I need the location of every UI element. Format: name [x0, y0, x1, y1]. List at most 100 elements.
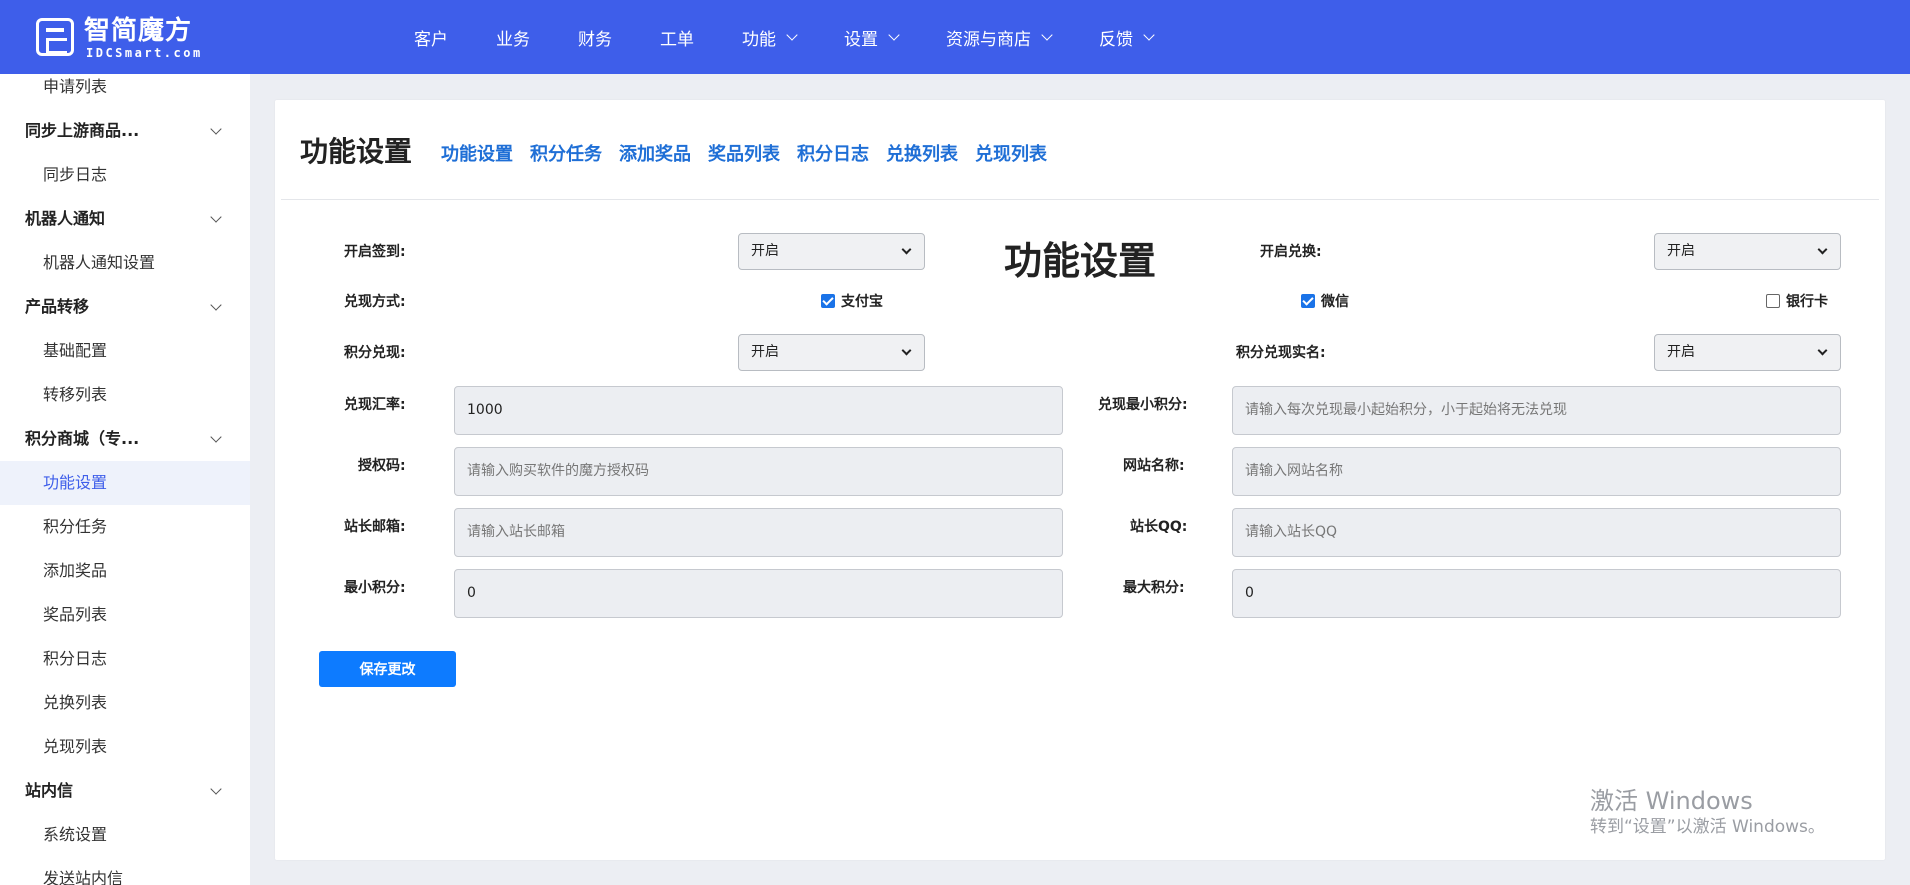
alipay-checkbox[interactable]: 支付宝: [821, 291, 883, 311]
exchange-select[interactable]: 开启: [1654, 233, 1841, 270]
cashout-realname-select[interactable]: 开启: [1654, 334, 1841, 371]
bankcard-checkbox[interactable]: 银行卡: [1766, 291, 1828, 311]
sidebar-item-apply-list[interactable]: 申请列表: [0, 74, 250, 109]
select-value: 开启: [751, 344, 779, 360]
min-points-label: 最小积分:: [344, 580, 406, 596]
sidebar-item-transfer-list[interactable]: 转移列表: [0, 373, 250, 417]
logo-icon: [36, 18, 74, 56]
tab-add-prize[interactable]: 添加奖品: [619, 140, 691, 166]
save-button[interactable]: 保存更改: [319, 651, 456, 687]
max-points-label: 最大积分:: [1123, 580, 1185, 596]
signin-select[interactable]: 开启: [738, 233, 925, 270]
site-name-input[interactable]: 请输入网站名称: [1232, 447, 1841, 496]
chevron-down-icon: [1143, 28, 1155, 41]
chevron-down-icon: [1817, 244, 1828, 255]
chevron-down-icon: [210, 123, 222, 135]
site-name-label: 网站名称:: [1123, 458, 1185, 474]
max-points-input[interactable]: 0: [1232, 569, 1841, 618]
sidebar-item-label: 机器人通知: [25, 209, 106, 228]
rate-input[interactable]: 1000: [454, 386, 1063, 435]
tab-feature-settings[interactable]: 功能设置: [441, 140, 513, 166]
sidebar-item-send-message[interactable]: 发送站内信: [0, 857, 250, 885]
main-card: 功能设置 功能设置 积分任务 添加奖品 奖品列表 积分日志 兑换列表 兑现列表 …: [275, 100, 1885, 860]
min-cashout-input[interactable]: 请输入每次兑现最小起始积分，小于起始将无法兑现: [1232, 386, 1841, 435]
chevron-down-icon: [901, 244, 912, 255]
activation-watermark: 激活 Windows 转到“设置”以激活 Windows。: [1590, 786, 1825, 838]
nav-label: 反馈: [1099, 29, 1133, 50]
checkbox-label: 支付宝: [841, 294, 883, 310]
nav-item-feedback[interactable]: 反馈: [1075, 25, 1177, 50]
checkbox-unchecked-icon: [1766, 294, 1780, 308]
watermark-line2: 转到“设置”以激活 Windows。: [1590, 817, 1825, 837]
page-title: 功能设置: [300, 135, 413, 168]
cashout-realname-label: 积分兑现实名:: [1236, 345, 1326, 361]
sidebar-group-sync-upstream[interactable]: 同步上游商品...: [0, 109, 250, 153]
sidebar-item-label: 站内信: [25, 781, 74, 800]
sub-tabs: 功能设置 积分任务 添加奖品 奖品列表 积分日志 兑换列表 兑现列表: [441, 140, 1064, 166]
sidebar-item-add-prize[interactable]: 添加奖品: [0, 549, 250, 593]
nav-label: 客户: [414, 29, 448, 50]
sidebar-item-feature-settings[interactable]: 功能设置: [0, 461, 250, 505]
auth-code-input[interactable]: 请输入购买软件的魔方授权码: [454, 447, 1063, 496]
admin-email-input[interactable]: 请输入站长邮箱: [454, 508, 1063, 557]
sidebar-item-label: 奖品列表: [43, 605, 108, 624]
tab-exchange-list[interactable]: 兑换列表: [886, 140, 958, 166]
cashout-method-label: 兑现方式:: [344, 294, 406, 310]
sidebar-item-exchange-list[interactable]: 兑换列表: [0, 681, 250, 725]
sidebar-item-label: 添加奖品: [43, 561, 108, 580]
sidebar-item-points-log[interactable]: 积分日志: [0, 637, 250, 681]
sidebar-item-robot-settings[interactable]: 机器人通知设置: [0, 241, 250, 285]
chevron-down-icon: [1041, 28, 1053, 41]
auth-code-label: 授权码:: [358, 458, 406, 474]
checkbox-checked-icon: [1301, 294, 1315, 308]
wechat-checkbox[interactable]: 微信: [1301, 291, 1349, 311]
nav-label: 资源与商店: [946, 29, 1031, 50]
exchange-label: 开启兑换:: [1260, 244, 1322, 260]
nav-item-settings[interactable]: 设置: [820, 25, 922, 50]
sidebar: 申请列表 同步上游商品... 同步日志 机器人通知 机器人通知设置 产品转移 基…: [0, 74, 250, 885]
nav-label: 业务: [496, 29, 530, 50]
chevron-down-icon: [210, 211, 222, 223]
select-value: 开启: [1667, 344, 1695, 360]
tab-cashout-list[interactable]: 兑现列表: [975, 140, 1047, 166]
sidebar-group-messages[interactable]: 站内信: [0, 769, 250, 813]
min-points-input[interactable]: 0: [454, 569, 1063, 618]
points-cashout-label: 积分兑现:: [344, 345, 406, 361]
chevron-down-icon: [210, 299, 222, 311]
admin-qq-label: 站长QQ:: [1130, 519, 1188, 535]
tab-points-tasks[interactable]: 积分任务: [530, 140, 602, 166]
form-heading: 功能设置: [1003, 239, 1156, 283]
nav-item-resources-store[interactable]: 资源与商店: [922, 25, 1075, 50]
checkbox-label: 微信: [1321, 294, 1349, 310]
nav-item-business[interactable]: 业务: [472, 25, 554, 50]
sidebar-item-label: 功能设置: [43, 473, 108, 492]
checkbox-label: 银行卡: [1786, 294, 1828, 310]
sidebar-item-label: 同步上游商品...: [25, 121, 140, 140]
nav-item-tickets[interactable]: 工单: [636, 25, 718, 50]
sidebar-item-prize-list[interactable]: 奖品列表: [0, 593, 250, 637]
tab-points-log[interactable]: 积分日志: [797, 140, 869, 166]
sidebar-group-points-mall[interactable]: 积分商城（专...: [0, 417, 250, 461]
admin-qq-input[interactable]: 请输入站长QQ: [1232, 508, 1841, 557]
sidebar-item-label: 产品转移: [25, 297, 90, 316]
sidebar-item-cashout-list[interactable]: 兑现列表: [0, 725, 250, 769]
brand-subtitle: IDCSmart.com: [86, 46, 203, 60]
sidebar-group-product-transfer[interactable]: 产品转移: [0, 285, 250, 329]
nav-item-customers[interactable]: 客户: [390, 25, 472, 50]
chevron-down-icon: [888, 28, 900, 41]
brand-logo[interactable]: 智简魔方 IDCSmart.com: [36, 16, 256, 60]
nav-item-features[interactable]: 功能: [718, 25, 820, 50]
select-value: 开启: [751, 243, 779, 259]
sidebar-item-label: 积分日志: [43, 649, 108, 668]
sidebar-item-system-settings[interactable]: 系统设置: [0, 813, 250, 857]
nav-label: 财务: [578, 29, 612, 50]
tab-prize-list[interactable]: 奖品列表: [708, 140, 780, 166]
points-cashout-select[interactable]: 开启: [738, 334, 925, 371]
sidebar-item-points-tasks[interactable]: 积分任务: [0, 505, 250, 549]
nav-item-finance[interactable]: 财务: [554, 25, 636, 50]
sidebar-item-sync-log[interactable]: 同步日志: [0, 153, 250, 197]
brand-title: 智简魔方: [84, 16, 193, 46]
sidebar-group-robot-notify[interactable]: 机器人通知: [0, 197, 250, 241]
chevron-down-icon: [1817, 345, 1828, 356]
sidebar-item-basic-config[interactable]: 基础配置: [0, 329, 250, 373]
